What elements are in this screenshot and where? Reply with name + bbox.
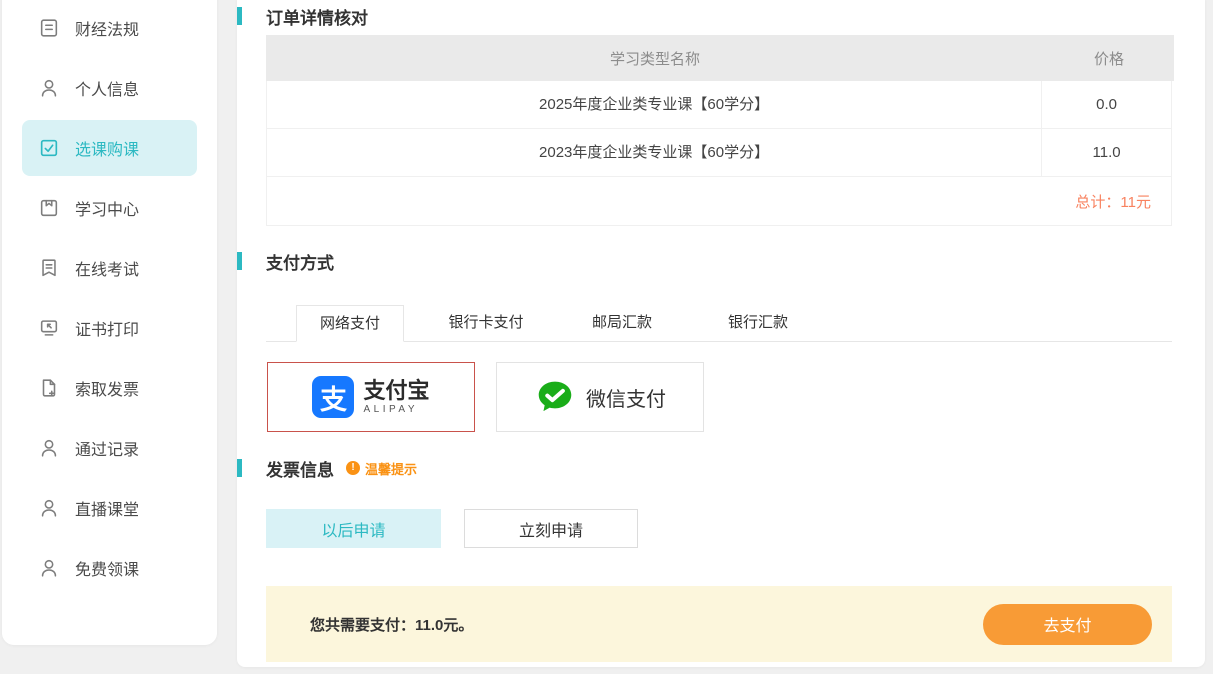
alipay-label: 支付宝 xyxy=(363,380,429,402)
main-content: 订单详情核对 学习类型名称 价格 2025年度企业类专业课【60学分】 0.0 … xyxy=(237,0,1205,667)
order-table: 学习类型名称 价格 2025年度企业类专业课【60学分】 0.0 2023年度企… xyxy=(266,35,1172,226)
sidebar-item-online-exam[interactable]: 在线考试 xyxy=(22,240,197,296)
course-price: 0.0 xyxy=(1042,96,1171,113)
person-icon xyxy=(38,77,60,99)
file-plus-icon xyxy=(38,377,60,399)
column-header-name: 学习类型名称 xyxy=(266,48,1044,69)
apply-now-button[interactable]: 立刻申请 xyxy=(464,509,638,548)
invoice-section-title: 发票信息 ! 温馨提示 xyxy=(237,459,1205,477)
checkbox-check-icon xyxy=(38,137,60,159)
order-total: 总计：11元 xyxy=(267,177,1171,225)
certificate-monitor-icon xyxy=(38,317,60,339)
payment-summary: 您共需要支付：11.0元。 xyxy=(266,614,983,635)
sidebar: 财经法规 个人信息 选课购课 学习中心 xyxy=(2,0,217,645)
sidebar-item-free-courses[interactable]: 免费领课 xyxy=(22,540,197,596)
alipay-sublabel: ALIPAY xyxy=(363,404,429,415)
sidebar-item-label: 在线考试 xyxy=(75,256,139,280)
sidebar-item-label: 通过记录 xyxy=(75,436,139,460)
sidebar-item-learning-center[interactable]: 学习中心 xyxy=(22,180,197,236)
tab-post-office-remittance[interactable]: 邮局汇款 xyxy=(568,305,676,341)
checkout-bar: 您共需要支付：11.0元。 去支付 xyxy=(266,586,1172,662)
sidebar-item-label: 直播课堂 xyxy=(75,496,139,520)
title-accent-bar xyxy=(237,7,242,25)
payment-tabbar: 网络支付 银行卡支付 邮局汇款 银行汇款 xyxy=(266,305,1172,342)
sidebar-item-pass-records[interactable]: 通过记录 xyxy=(22,420,197,476)
document-lines-icon xyxy=(38,17,60,39)
sidebar-item-label: 证书打印 xyxy=(75,316,139,340)
tab-bank-card-payment[interactable]: 银行卡支付 xyxy=(432,305,540,341)
sidebar-item-label: 财经法规 xyxy=(75,16,139,40)
payment-section-title: 支付方式 xyxy=(237,252,1205,270)
sidebar-item-request-invoice[interactable]: 索取发票 xyxy=(22,360,197,416)
invoice-options: 以后申请 立刻申请 xyxy=(266,509,1176,548)
alipay-method-button[interactable]: 支 支付宝 ALIPAY xyxy=(267,362,475,432)
order-table-header: 学习类型名称 价格 xyxy=(266,35,1174,81)
warm-tips-link[interactable]: 温馨提示 xyxy=(365,459,417,478)
tab-online-payment[interactable]: 网络支付 xyxy=(296,305,404,342)
alipay-icon: 支 xyxy=(312,376,354,418)
course-price: 11.0 xyxy=(1042,144,1171,161)
order-section-title: 订单详情核对 xyxy=(237,7,1205,25)
warning-circle-icon: ! xyxy=(346,461,360,475)
go-pay-button[interactable]: 去支付 xyxy=(983,604,1152,645)
wechat-pay-label: 微信支付 xyxy=(586,383,666,412)
course-name: 2025年度企业类专业课【60学分】 xyxy=(267,81,1042,129)
sidebar-item-course-selection[interactable]: 选课购课 xyxy=(22,120,197,176)
sidebar-item-personal-info[interactable]: 个人信息 xyxy=(22,60,197,116)
sidebar-item-label: 索取发票 xyxy=(75,376,139,400)
table-row: 2025年度企业类专业课【60学分】 0.0 xyxy=(267,81,1171,129)
wechat-pay-icon xyxy=(534,376,576,418)
tab-bank-remittance[interactable]: 银行汇款 xyxy=(704,305,812,341)
sidebar-item-live-classroom[interactable]: 直播课堂 xyxy=(22,480,197,536)
sidebar-item-label: 免费领课 xyxy=(75,556,139,580)
title-accent-bar xyxy=(237,252,242,270)
sidebar-item-label: 选课购课 xyxy=(75,136,139,160)
sidebar-item-label: 个人信息 xyxy=(75,76,139,100)
table-row: 2023年度企业类专业课【60学分】 11.0 xyxy=(267,129,1171,177)
bookmark-square-icon xyxy=(38,197,60,219)
payment-methods: 支 支付宝 ALIPAY 微信支付 xyxy=(267,362,1176,432)
apply-later-button[interactable]: 以后申请 xyxy=(266,509,441,548)
exam-ribbon-icon xyxy=(38,257,60,279)
sidebar-item-certificate-print[interactable]: 证书打印 xyxy=(22,300,197,356)
sidebar-item-label: 学习中心 xyxy=(75,196,139,220)
person-icon xyxy=(38,437,60,459)
sidebar-item-finance-regulations[interactable]: 财经法规 xyxy=(22,0,197,56)
column-header-price: 价格 xyxy=(1044,48,1174,69)
title-accent-bar xyxy=(237,459,242,477)
wechat-pay-method-button[interactable]: 微信支付 xyxy=(496,362,704,432)
person-icon xyxy=(38,497,60,519)
person-icon xyxy=(38,557,60,579)
course-name: 2023年度企业类专业课【60学分】 xyxy=(267,129,1042,177)
